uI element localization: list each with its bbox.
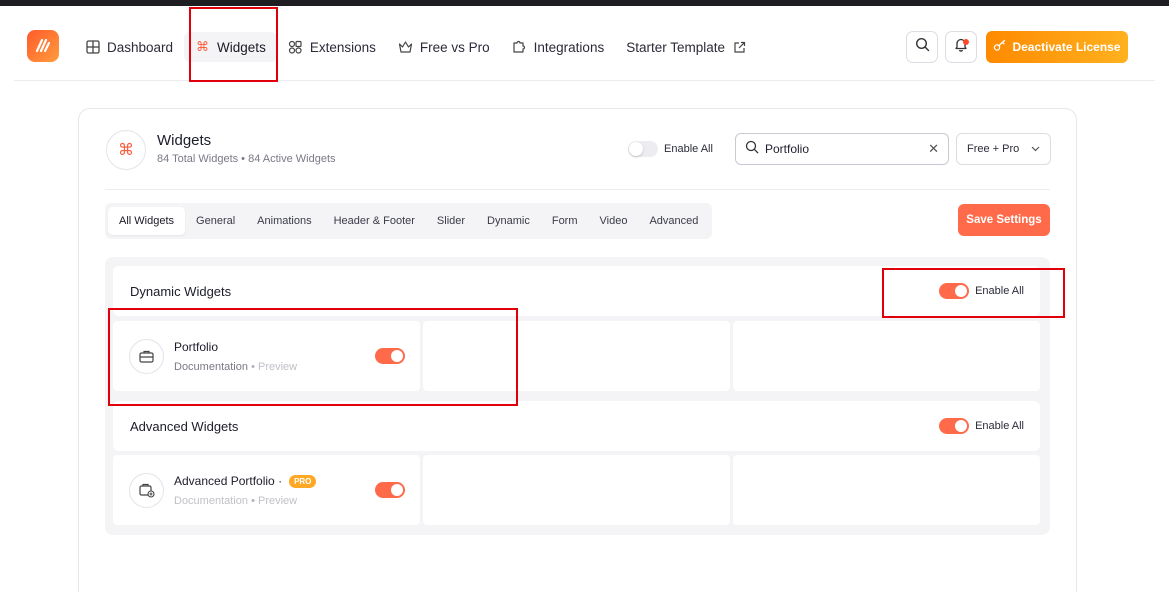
- filter-value: Free + Pro: [967, 143, 1020, 155]
- enable-all-toggle[interactable]: [628, 141, 658, 157]
- tab-slider[interactable]: Slider: [426, 207, 476, 235]
- highlight-box-enable-all: [882, 268, 1065, 318]
- widget-card-advanced-portfolio: Advanced Portfolio · PRO Documentation •…: [113, 455, 420, 525]
- widget-links: Documentation • Preview: [174, 495, 297, 507]
- category-tabs: All Widgets General Animations Header & …: [105, 203, 713, 239]
- tab-general[interactable]: General: [185, 207, 246, 235]
- tab-form[interactable]: Form: [541, 207, 589, 235]
- highlight-box-widgets-nav: [189, 7, 278, 82]
- widget-search: ✕: [735, 133, 949, 165]
- puzzle-icon: [512, 40, 527, 55]
- section-enable-toggle[interactable]: [939, 418, 970, 434]
- search-input[interactable]: [765, 142, 915, 156]
- widgets-count: 84 Total Widgets • 84 Active Widgets: [157, 153, 336, 165]
- pro-badge: PRO: [289, 474, 317, 488]
- search-icon: [745, 140, 759, 159]
- tab-animations[interactable]: Animations: [246, 207, 322, 235]
- empty-widget-slot: [733, 321, 1040, 391]
- page-title: Widgets: [157, 132, 212, 149]
- clear-icon[interactable]: ✕: [928, 141, 939, 157]
- nav-integrations[interactable]: Integrations: [501, 32, 616, 62]
- tab-header-footer[interactable]: Header & Footer: [323, 207, 426, 235]
- section-enable-label: Enable All: [975, 420, 1024, 432]
- extensions-icon: [288, 40, 303, 55]
- tab-dynamic[interactable]: Dynamic: [476, 207, 541, 235]
- nav-label: Extensions: [309, 39, 376, 55]
- empty-widget-slot: [733, 455, 1040, 525]
- nav-free-vs-pro[interactable]: Free vs Pro: [387, 32, 501, 62]
- preview-link[interactable]: Preview: [258, 495, 297, 507]
- top-header: Dashboard ⌘ Widgets Extensions Free vs P…: [14, 13, 1155, 81]
- command-icon: ⌘: [106, 130, 146, 170]
- highlight-box-portfolio-card: [108, 308, 518, 406]
- section-title: Advanced Widgets: [130, 419, 239, 434]
- nav-label: Dashboard: [107, 39, 174, 55]
- deactivate-label: Deactivate License: [1012, 40, 1121, 54]
- tab-all-widgets[interactable]: All Widgets: [108, 207, 186, 235]
- plan-filter-select[interactable]: Free + Pro: [956, 133, 1051, 165]
- chevron-down-icon: [1031, 143, 1040, 155]
- nav-extensions[interactable]: Extensions: [277, 32, 387, 62]
- widget-toggle[interactable]: [375, 482, 405, 498]
- widget-name-text: Advanced Portfolio ·: [174, 474, 283, 488]
- widget-name: Advanced Portfolio · PRO: [174, 474, 317, 488]
- section-advanced-widgets: Advanced Widgets Enable All: [113, 401, 1040, 451]
- section-enable-all: Enable All: [939, 418, 1024, 434]
- notifications-button[interactable]: [945, 31, 977, 63]
- nav-label: Free vs Pro: [419, 39, 490, 55]
- documentation-link[interactable]: Documentation: [174, 495, 248, 507]
- separator-dot: •: [251, 495, 255, 507]
- crown-icon: [398, 40, 413, 55]
- external-link-icon: [732, 40, 747, 55]
- window-top-strip: [0, 0, 1169, 6]
- enable-all-global: Enable All: [628, 141, 713, 157]
- notification-dot: [963, 39, 969, 45]
- key-icon: [993, 39, 1006, 55]
- tab-video[interactable]: Video: [589, 207, 639, 235]
- deactivate-license-button[interactable]: Deactivate License: [986, 31, 1128, 63]
- save-settings-button[interactable]: Save Settings: [958, 204, 1050, 236]
- grid-icon: [85, 40, 100, 55]
- enable-all-label: Enable All: [664, 143, 713, 155]
- brand-logo[interactable]: [27, 30, 59, 62]
- header-search-button[interactable]: [906, 31, 938, 63]
- briefcase-plus-icon: [129, 473, 164, 508]
- nav-starter-template[interactable]: Starter Template: [615, 32, 758, 62]
- tab-advanced[interactable]: Advanced: [638, 207, 709, 235]
- nav-dashboard[interactable]: Dashboard: [74, 32, 184, 62]
- nav-label: Integrations: [533, 39, 605, 55]
- section-title: Dynamic Widgets: [130, 284, 232, 299]
- divider: [105, 189, 1050, 190]
- main-nav: Dashboard ⌘ Widgets Extensions Free vs P…: [74, 13, 758, 81]
- search-icon: [915, 37, 930, 57]
- empty-widget-slot: [423, 455, 730, 525]
- nav-label: Starter Template: [626, 39, 726, 55]
